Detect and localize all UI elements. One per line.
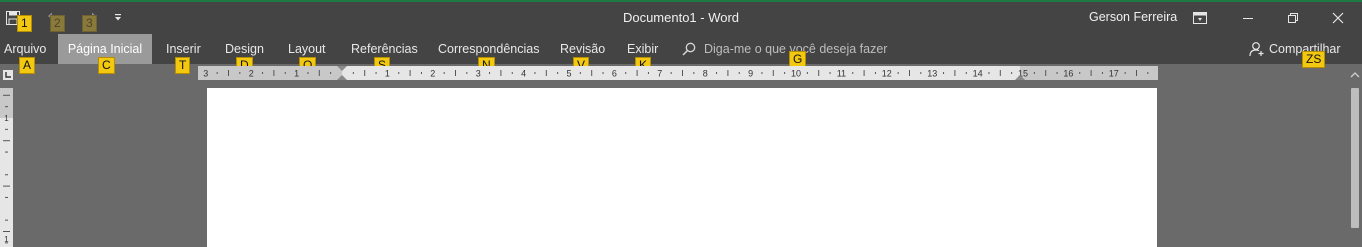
indent-marker[interactable] xyxy=(337,66,347,71)
ruler-label: 1 xyxy=(294,69,299,79)
horizontal-ruler[interactable]: 3 2 1 1 2 3 4 5 6 7 8 9 10 11 12 13 14 15 16 17 xyxy=(198,66,1158,80)
document-page[interactable] xyxy=(207,88,1157,247)
ruler-label: 14 xyxy=(973,69,983,79)
ruler-label: 3 xyxy=(476,69,481,79)
tab-selector-icon xyxy=(3,70,13,80)
keytip-inserir: T xyxy=(175,57,191,74)
close-icon xyxy=(1332,12,1344,24)
ruler-label: 11 xyxy=(837,69,846,79)
title-bar: 1 2 3 Documento1 - Word Gerson Ferreira xyxy=(0,2,1362,34)
ruler-label: 8 xyxy=(703,69,708,79)
indent-marker[interactable] xyxy=(337,75,347,80)
ruler-label: 7 xyxy=(657,69,662,79)
close-button[interactable] xyxy=(1323,6,1353,30)
ruler-label: 13 xyxy=(927,69,937,79)
ribbon-tabs: Arquivo Página Inicial Inserir Design La… xyxy=(0,34,1362,64)
restore-button[interactable] xyxy=(1278,6,1308,30)
minimize-icon xyxy=(1243,18,1253,19)
ruler-label: 12 xyxy=(882,69,892,79)
vertical-ruler[interactable]: 11 xyxy=(0,88,13,247)
vertical-ruler-label: 1 xyxy=(4,235,9,244)
ruler-label: 1 xyxy=(385,69,390,79)
ribbon-display-options-button[interactable] xyxy=(1185,6,1215,30)
scroll-up-button[interactable] xyxy=(1350,70,1360,80)
keytip-arquivo: A xyxy=(19,57,36,74)
ribbon-display-options-icon xyxy=(1193,12,1207,24)
search-icon xyxy=(682,42,696,56)
ruler-label: 17 xyxy=(1109,69,1119,79)
ruler-label: 5 xyxy=(566,69,571,79)
tab-selector[interactable] xyxy=(0,64,16,86)
minimize-button[interactable] xyxy=(1233,6,1263,30)
ruler-label: 16 xyxy=(1063,69,1073,79)
horizontal-ruler-scale: 3 2 1 1 2 3 4 5 6 7 8 9 10 11 12 13 14 15 16 17 xyxy=(203,66,1149,80)
ruler-label: 10 xyxy=(791,69,801,79)
ruler-label: 3 xyxy=(203,69,208,79)
ruler-label: 4 xyxy=(521,69,526,79)
user-name[interactable]: Gerson Ferreira xyxy=(1089,10,1177,24)
keytip-pagina-inicial: C xyxy=(98,57,115,74)
scrollbar-thumb[interactable] xyxy=(1351,88,1359,228)
vertical-ruler-scale: 11 xyxy=(3,94,10,244)
tell-me-search[interactable]: Diga-me o que você deseja fazer xyxy=(682,34,887,64)
share-button[interactable]: Compartilhar xyxy=(1249,34,1341,64)
ruler-label: 2 xyxy=(430,69,435,79)
ruler-label: 6 xyxy=(612,69,617,79)
scroll-up-arrow-icon xyxy=(1350,72,1360,78)
ruler-label: 2 xyxy=(249,69,254,79)
restore-icon xyxy=(1288,13,1298,23)
vertical-ruler-label: 1 xyxy=(4,114,9,123)
keytip-share: ZS xyxy=(1302,51,1326,68)
ruler-label: 9 xyxy=(748,69,753,79)
share-person-icon xyxy=(1249,42,1264,57)
